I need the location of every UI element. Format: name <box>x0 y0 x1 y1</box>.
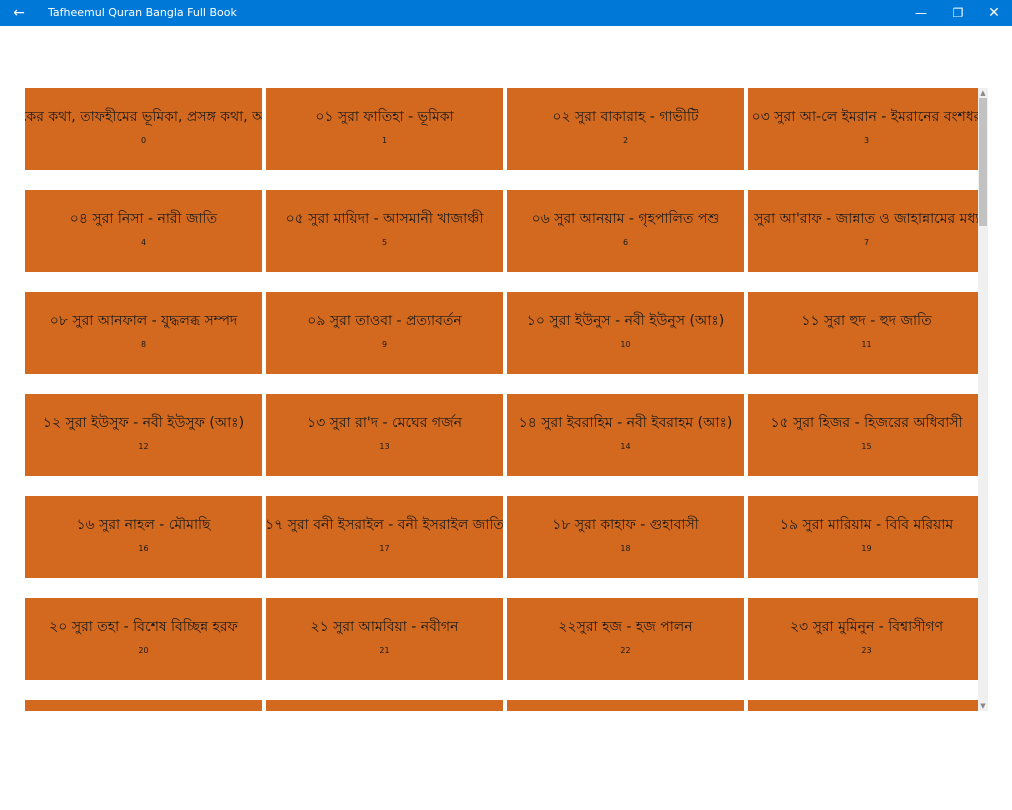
scroll-thumb[interactable] <box>979 98 987 226</box>
chapter-tile[interactable]: ০২ সুরা বাকারাহ - গাভীটি 2 <box>507 88 744 170</box>
chapter-title: ০৮ সুরা আনফাল - যুদ্ধলব্ধ সম্পদ <box>49 313 238 329</box>
chapter-title: লেখকের কথা, তাফহীমের ভূমিকা, প্রসঙ্গ কথা… <box>25 109 262 125</box>
chapter-title: ১৮ সুরা কাহাফ - গুহাবাসী <box>552 517 699 533</box>
chapter-title: ০৩ সুরা আ-লে ইমরান - ইমরানের বংশধর <box>751 109 978 125</box>
minimize-button[interactable]: — <box>903 0 939 26</box>
chapter-title: ১৪ সুরা ইবরাহিম - নবী ইবরাহম (আঃ) <box>518 415 733 431</box>
app-title: Tafheemul Quran Bangla Full Book <box>48 6 237 19</box>
chapter-title: ১৩ সুরা রা'দ - মেঘের গর্জন <box>307 415 462 431</box>
chapter-title: ১০ সুরা ইউনুস - নবী ইউনুস (আঃ) <box>526 313 725 329</box>
chapter-index: 22 <box>620 646 631 655</box>
chapter-tile[interactable]: ১২ সুরা ইউসুফ - নবী ইউসুফ (আঃ) 12 <box>25 394 262 476</box>
chapter-index: 2 <box>622 136 629 145</box>
chapter-index: 14 <box>620 442 631 451</box>
chapter-index: 21 <box>379 646 390 655</box>
chapter-title: ০২ সুরা বাকারাহ - গাভীটি <box>552 109 699 125</box>
chapter-tile[interactable]: লেখকের কথা, তাফহীমের ভূমিকা, প্রসঙ্গ কথা… <box>25 88 262 170</box>
chapter-index: 6 <box>622 238 629 247</box>
chapter-index: 18 <box>620 544 631 553</box>
chapter-index: 3 <box>863 136 870 145</box>
chapter-title: ০৪ সুরা নিসা - নারী জাতি <box>69 211 218 227</box>
title-bar: ← Tafheemul Quran Bangla Full Book — ❐ ✕ <box>0 0 1012 26</box>
chapter-tile[interactable]: ১৫ সুরা হিজর - হিজরের অধিবাসী 15 <box>748 394 978 476</box>
chapter-tile[interactable] <box>748 700 978 711</box>
back-arrow-icon: ← <box>13 5 25 21</box>
vertical-scrollbar[interactable]: ▲ ▼ <box>978 88 988 711</box>
chapter-index: 1 <box>381 136 388 145</box>
chapter-title: ২১ সুরা আমবিয়া - নবীগন <box>310 619 459 635</box>
chapter-tile[interactable]: ০৬ সুরা আনয়াম - গৃহপালিত পশু 6 <box>507 190 744 272</box>
chapter-title: ১৯ সুরা মারিয়াম - বিবি মরিয়াম <box>779 517 954 533</box>
chapter-index: 20 <box>138 646 149 655</box>
chapter-tile[interactable]: ০১ সুরা ফাতিহা - ভূমিকা 1 <box>266 88 503 170</box>
chapter-index: 17 <box>379 544 390 553</box>
chapter-title: ১৭ সুরা বনী ইসরাইল - বনী ইসরাইল জাতি <box>266 517 503 533</box>
chapter-index: 7 <box>863 238 870 247</box>
chapter-index: 5 <box>381 238 388 247</box>
chapter-tile[interactable]: ০৩ সুরা আ-লে ইমরান - ইমরানের বংশধর 3 <box>748 88 978 170</box>
maximize-button[interactable]: ❐ <box>940 0 976 26</box>
chapter-grid: লেখকের কথা, তাফহীমের ভূমিকা, প্রসঙ্গ কথা… <box>25 88 978 711</box>
chapter-tile[interactable]: ১১ সুরা হুদ - হুদ জাতি 11 <box>748 292 978 374</box>
chapter-index: 19 <box>861 544 872 553</box>
chapter-title: ১৫ সুরা হিজর - হিজরের অধিবাসী <box>770 415 963 431</box>
scroll-down-icon[interactable]: ▼ <box>978 701 988 711</box>
chapter-tile[interactable] <box>507 700 744 711</box>
chapter-index: 23 <box>861 646 872 655</box>
chapter-title: ২২সুরা হজ - হজ পালন <box>558 619 693 635</box>
chapter-index: 11 <box>861 340 872 349</box>
chapter-tile[interactable]: ০৫ সুরা মায়িদা - আসমানী খাজাঞ্চী 5 <box>266 190 503 272</box>
chapter-index: 12 <box>138 442 149 451</box>
chapter-index: 16 <box>138 544 149 553</box>
chapter-tile[interactable]: ১৩ সুরা রা'দ - মেঘের গর্জন 13 <box>266 394 503 476</box>
chapter-title: ০৫ সুরা মায়িদা - আসমানী খাজাঞ্চী <box>285 211 484 227</box>
chapter-title: ২০ সুরা তহা - বিশেষ বিচ্ছিন্ন হরফ <box>49 619 238 635</box>
scroll-up-icon[interactable]: ▲ <box>978 88 988 98</box>
chapter-tile[interactable]: ১০ সুরা ইউনুস - নবী ইউনুস (আঃ) 10 <box>507 292 744 374</box>
back-button[interactable]: ← <box>0 0 38 26</box>
chapter-title: ২৩ সুরা মুমিনুন - বিশ্বাসীগণ <box>789 619 944 635</box>
restore-icon: ❐ <box>952 6 964 20</box>
chapter-index: 13 <box>379 442 390 451</box>
chapter-tile[interactable]: ২০ সুরা তহা - বিশেষ বিচ্ছিন্ন হরফ 20 <box>25 598 262 680</box>
chapter-index: 0 <box>140 136 147 145</box>
chapter-tile[interactable]: ১৭ সুরা বনী ইসরাইল - বনী ইসরাইল জাতি 17 <box>266 496 503 578</box>
close-icon: ✕ <box>988 5 1000 21</box>
minimize-icon: — <box>915 6 927 20</box>
chapter-tile[interactable]: ১৮ সুরা কাহাফ - গুহাবাসী 18 <box>507 496 744 578</box>
chapter-index: 4 <box>140 238 147 247</box>
chapter-tile[interactable]: ২২সুরা হজ - হজ পালন 22 <box>507 598 744 680</box>
chapter-tile[interactable]: ১৯ সুরা মারিয়াম - বিবি মরিয়াম 19 <box>748 496 978 578</box>
chapter-tile[interactable]: ০৭ সুরা আ'রাফ - জান্নাত ও জাহান্নামের মধ… <box>748 190 978 272</box>
chapter-index: 8 <box>140 340 147 349</box>
chapter-title: ০৭ সুরা আ'রাফ - জান্নাত ও জাহান্নামের মধ… <box>748 211 978 227</box>
chapter-title: ০৯ সুরা তাওবা - প্রত্যাবর্তন <box>307 313 462 329</box>
chapter-tile[interactable]: ১৪ সুরা ইবরাহিম - নবী ইবরাহম (আঃ) 14 <box>507 394 744 476</box>
chapter-tile[interactable] <box>266 700 503 711</box>
chapter-tile[interactable]: ২১ সুরা আমবিয়া - নবীগন 21 <box>266 598 503 680</box>
chapter-title: ০১ সুরা ফাতিহা - ভূমিকা <box>315 109 454 125</box>
chapter-tile[interactable]: ০৪ সুরা নিসা - নারী জাতি 4 <box>25 190 262 272</box>
chapter-title: ১২ সুরা ইউসুফ - নবী ইউসুফ (আঃ) <box>42 415 245 431</box>
chapter-title: ১৬ সুরা নাহল - মৌমাছি <box>76 517 211 533</box>
chapter-tile[interactable]: ০৮ সুরা আনফাল - যুদ্ধলব্ধ সম্পদ 8 <box>25 292 262 374</box>
chapter-title: ১১ সুরা হুদ - হুদ জাতি <box>801 313 932 329</box>
chapter-title: ০৬ সুরা আনয়াম - গৃহপালিত পশু <box>531 211 720 227</box>
close-button[interactable]: ✕ <box>976 0 1012 26</box>
chapter-tile[interactable]: ০৯ সুরা তাওবা - প্রত্যাবর্তন 9 <box>266 292 503 374</box>
chapter-tile[interactable]: ২৩ সুরা মুমিনুন - বিশ্বাসীগণ 23 <box>748 598 978 680</box>
chapter-tile[interactable]: ১৬ সুরা নাহল - মৌমাছি 16 <box>25 496 262 578</box>
chapter-index: 9 <box>381 340 388 349</box>
chapter-tile[interactable] <box>25 700 262 711</box>
chapter-index: 10 <box>620 340 631 349</box>
chapter-index: 15 <box>861 442 872 451</box>
